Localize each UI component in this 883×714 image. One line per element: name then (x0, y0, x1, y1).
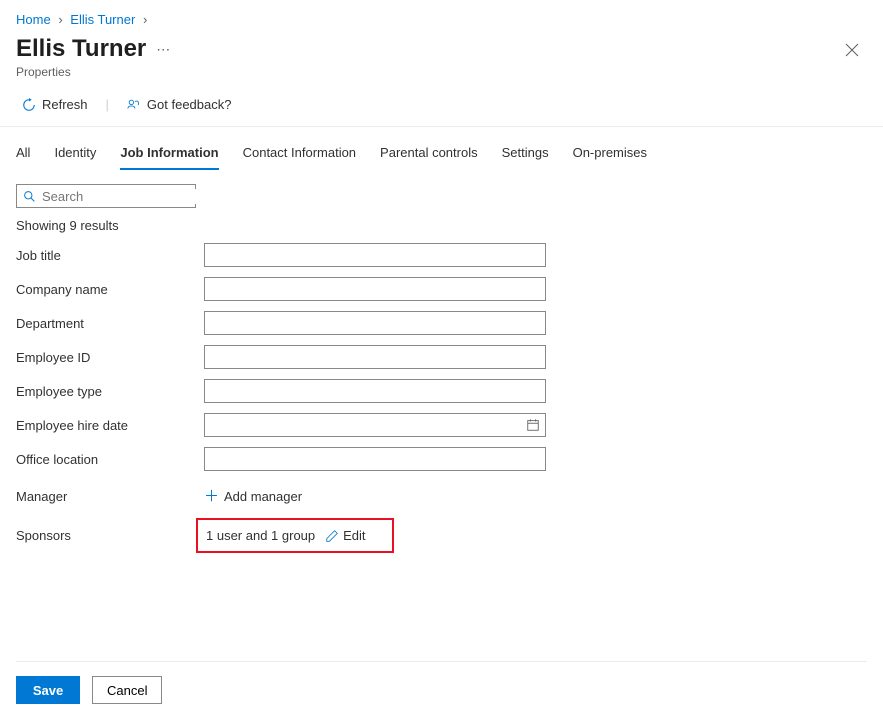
breadcrumb-home[interactable]: Home (16, 12, 51, 27)
input-hire-date[interactable] (204, 413, 546, 437)
content-area: Showing 9 results Job title Company name… (0, 170, 883, 567)
plus-icon: ＋ (204, 489, 218, 504)
pencil-icon (325, 529, 339, 543)
calendar-icon[interactable] (526, 418, 540, 432)
input-employee-type[interactable] (204, 379, 546, 403)
page-title: Ellis Turner (16, 35, 146, 63)
tab-parental-controls[interactable]: Parental controls (380, 137, 478, 170)
refresh-label: Refresh (42, 97, 88, 112)
tab-list: All Identity Job Information Contact Inf… (0, 137, 883, 170)
label-employee-id: Employee ID (16, 350, 204, 365)
chevron-right-icon: › (143, 12, 147, 27)
tab-contact-information[interactable]: Contact Information (243, 137, 356, 170)
cancel-button[interactable]: Cancel (92, 676, 162, 704)
footer-bar: Save Cancel (16, 661, 867, 704)
feedback-button[interactable]: Got feedback? (121, 93, 238, 116)
label-employee-type: Employee type (16, 384, 204, 399)
label-sponsors: Sponsors (16, 528, 204, 543)
tab-settings[interactable]: Settings (502, 137, 549, 170)
refresh-icon (22, 98, 36, 112)
more-actions-button[interactable]: ⋯ (156, 41, 170, 58)
close-button[interactable] (837, 35, 867, 65)
sponsors-edit-button[interactable]: Edit (325, 528, 365, 543)
sponsors-highlight: 1 user and 1 group Edit (196, 518, 394, 553)
breadcrumb: Home › Ellis Turner › (0, 0, 883, 31)
tab-on-premises[interactable]: On-premises (573, 137, 647, 170)
close-icon (845, 43, 859, 57)
input-office-location[interactable] (204, 447, 546, 471)
chevron-right-icon: › (58, 12, 62, 27)
sponsors-value: 1 user and 1 group (206, 528, 315, 543)
breadcrumb-user[interactable]: Ellis Turner (70, 12, 135, 27)
input-job-title[interactable] (204, 243, 546, 267)
add-manager-label: Add manager (224, 489, 302, 504)
edit-label: Edit (343, 528, 365, 543)
page-header: Ellis Turner ⋯ Properties (0, 31, 883, 83)
search-box[interactable] (16, 184, 196, 208)
search-icon (23, 189, 36, 203)
divider: | (106, 97, 109, 112)
refresh-button[interactable]: Refresh (16, 93, 94, 116)
tab-job-information[interactable]: Job Information (120, 137, 218, 170)
feedback-icon (127, 98, 141, 112)
add-manager-button[interactable]: ＋ Add manager (204, 489, 302, 504)
label-hire-date: Employee hire date (16, 418, 204, 433)
search-input[interactable] (42, 189, 218, 204)
page-subtitle: Properties (16, 65, 170, 79)
label-company-name: Company name (16, 282, 204, 297)
save-button[interactable]: Save (16, 676, 80, 704)
command-bar: Refresh | Got feedback? (0, 83, 883, 127)
label-office-location: Office location (16, 452, 204, 467)
input-company-name[interactable] (204, 277, 546, 301)
label-manager: Manager (16, 489, 204, 504)
input-employee-id[interactable] (204, 345, 546, 369)
results-count: Showing 9 results (16, 218, 867, 233)
tab-identity[interactable]: Identity (54, 137, 96, 170)
label-department: Department (16, 316, 204, 331)
input-department[interactable] (204, 311, 546, 335)
feedback-label: Got feedback? (147, 97, 232, 112)
tab-all[interactable]: All (16, 137, 30, 170)
label-job-title: Job title (16, 248, 204, 263)
